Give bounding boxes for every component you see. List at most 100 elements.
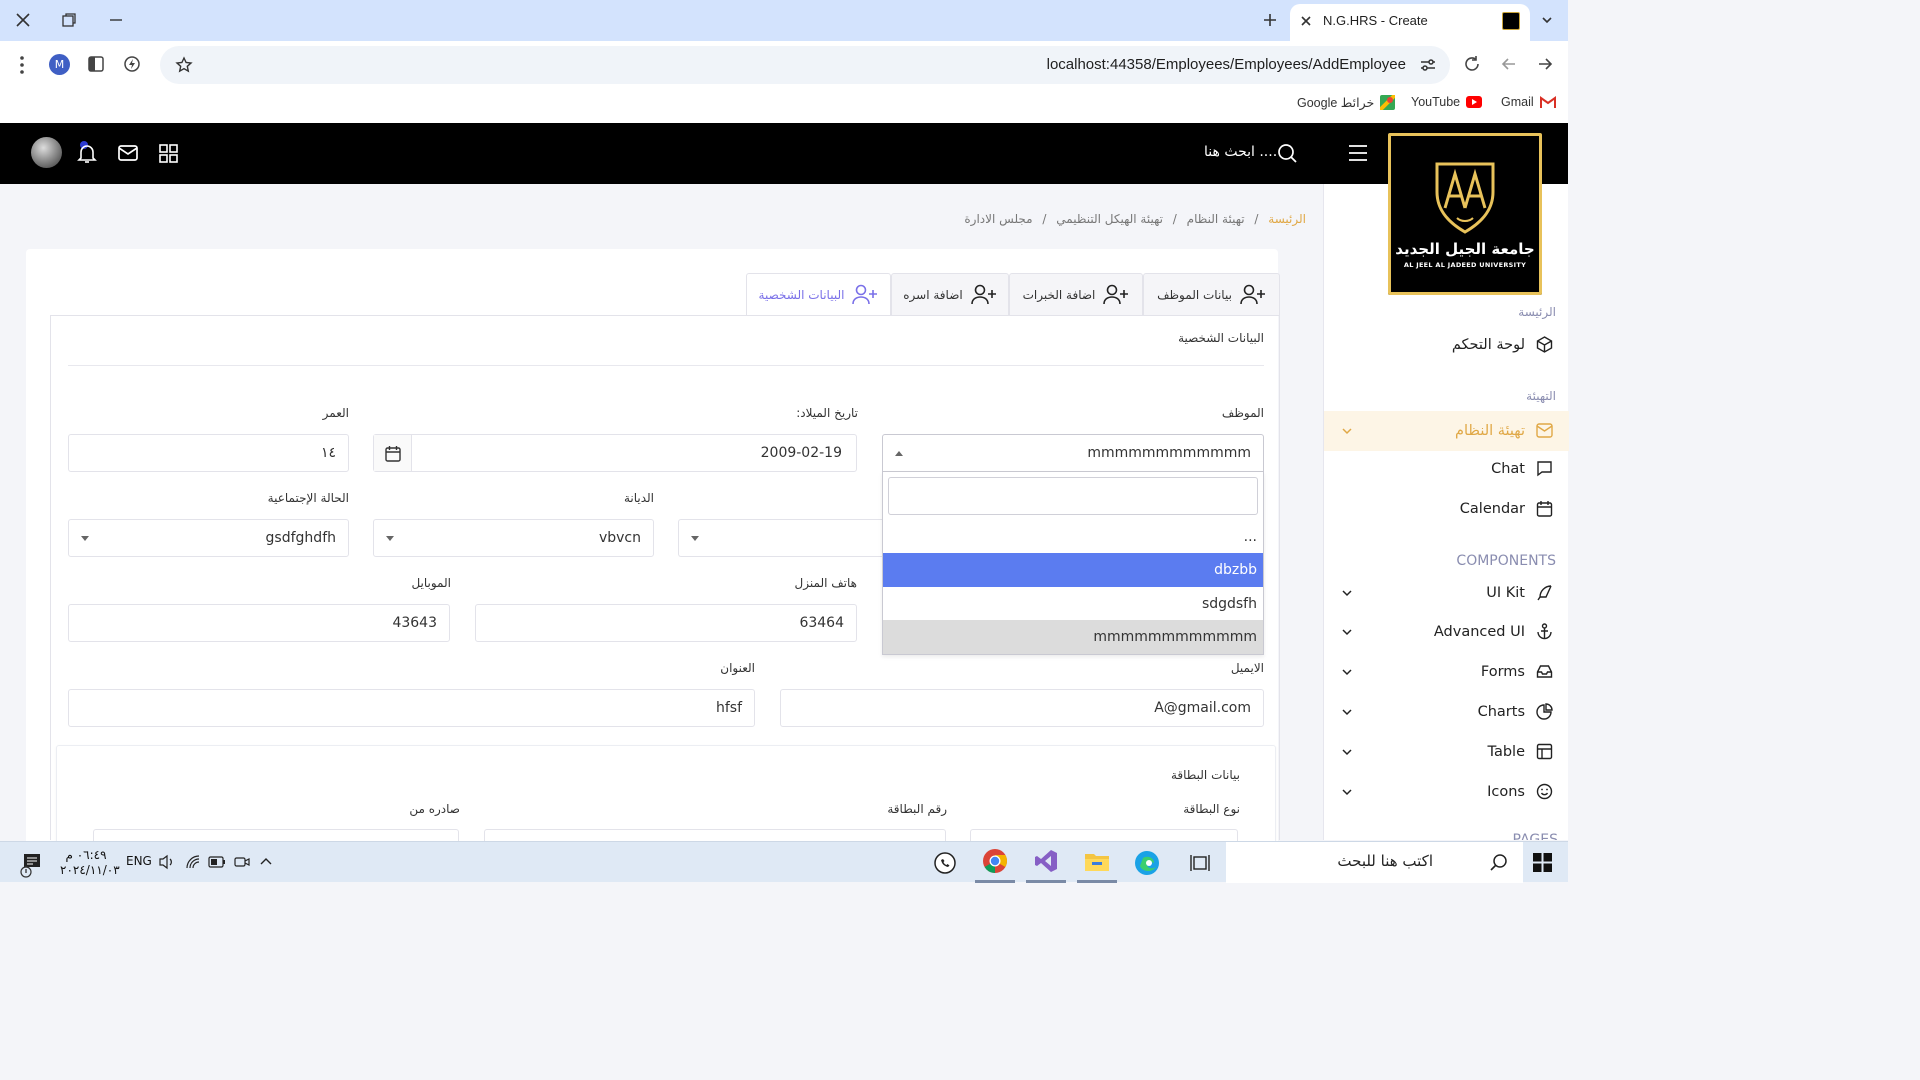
new-tab-icon[interactable]: [1262, 12, 1278, 28]
breadcrumb-home[interactable]: الرئيسة: [1268, 212, 1306, 226]
chevron-down-icon: [1341, 587, 1353, 599]
browser-tab-bar: N.G.HRS - Create: [0, 0, 1568, 41]
sidebar-item-forms[interactable]: Forms: [1324, 654, 1569, 690]
browser-menu-icon[interactable]: [14, 55, 30, 75]
university-logo[interactable]: جامعة الجيل الجديد AL JEEL AL JADEED UNI…: [1388, 133, 1542, 295]
sidebar-item-system-setup[interactable]: تهيئة النظام: [1324, 411, 1569, 451]
select-field-partial[interactable]: [678, 519, 882, 557]
employee-select[interactable]: mmmmmmmmmmmm: [882, 434, 1264, 472]
close-tab-icon[interactable]: [1300, 15, 1312, 27]
bookmark-label: Google خرائط: [1297, 96, 1375, 110]
dropdown-option-highlighted[interactable]: dbzbb: [883, 553, 1263, 587]
reload-icon[interactable]: [1463, 55, 1481, 73]
bookmark-google-maps[interactable]: Google خرائط: [1297, 95, 1396, 110]
dropdown-search-input[interactable]: [888, 477, 1258, 515]
taskbar: ٠٦:٤٩ م ٢٠٢٤/١١/٠٣ ENG اكتب هنا للبحث: [0, 841, 1568, 883]
network-icon[interactable]: [185, 854, 203, 870]
tab-label: بيانات الموظف: [1157, 287, 1232, 302]
profile-avatar[interactable]: M: [49, 54, 70, 75]
dropdown-option[interactable]: sdgdsfh: [883, 587, 1263, 621]
browser-tab-active[interactable]: N.G.HRS - Create: [1290, 4, 1530, 41]
edge-icon[interactable]: [1127, 842, 1167, 883]
address-bar[interactable]: localhost:44358/Employees/Employees/AddE…: [160, 46, 1450, 84]
calendar-icon[interactable]: [374, 435, 412, 471]
sidebar-item-advanced-ui[interactable]: Advanced UI: [1324, 614, 1569, 650]
religion-select[interactable]: vbvcn: [373, 519, 654, 557]
back-arrow-icon[interactable]: [1500, 55, 1518, 73]
task-view-icon[interactable]: [1180, 842, 1220, 883]
avatar[interactable]: [31, 137, 62, 168]
notification-center-icon[interactable]: [20, 852, 44, 878]
tab-add-family[interactable]: اضافة اسره: [891, 273, 1009, 315]
tab-add-experience[interactable]: اضافة الخبرات: [1009, 273, 1143, 315]
email-input[interactable]: A@gmail.com: [780, 689, 1264, 727]
bookmark-youtube[interactable]: YouTube: [1411, 95, 1483, 109]
mobile-input[interactable]: 43643: [68, 604, 450, 642]
header-search-input[interactable]: ابحث هنا ....: [1204, 144, 1277, 160]
logo-name-en: AL JEEL AL JADEED UNIVERSITY: [1403, 261, 1527, 269]
tab-search-chevron-icon[interactable]: [1540, 13, 1554, 27]
forward-arrow-icon[interactable]: [1536, 55, 1554, 73]
sidebar-item-icons[interactable]: Icons: [1324, 774, 1569, 810]
site-settings-icon[interactable]: [1420, 57, 1436, 73]
home-phone-value: 63464: [799, 615, 844, 631]
bookmark-gmail[interactable]: Gmail: [1501, 95, 1556, 109]
close-window-icon[interactable]: [14, 11, 32, 29]
bookmark-label: Gmail: [1501, 95, 1534, 109]
bell-icon[interactable]: [76, 141, 98, 165]
windows-start-icon[interactable]: [1533, 853, 1552, 872]
address-input[interactable]: hfsf: [68, 689, 755, 727]
hamburger-menu-icon[interactable]: [1348, 144, 1368, 162]
meet-now-icon[interactable]: [234, 854, 250, 870]
card-number-input[interactable]: [484, 829, 946, 841]
apps-grid-icon[interactable]: [159, 144, 178, 163]
volume-icon[interactable]: [158, 854, 176, 870]
dropdown-option-selected[interactable]: mmmmmmmmmmmm: [883, 620, 1263, 654]
sidebar-item-label: Charts: [1477, 704, 1525, 720]
employee-label: الموظف: [1221, 406, 1264, 420]
marital-label: الحالة الإجتماعية: [267, 491, 349, 505]
file-explorer-icon[interactable]: [1077, 842, 1117, 883]
sidebar-item-label: Chat: [1491, 461, 1525, 477]
tab-label: اضافة الخبرات: [1022, 287, 1096, 302]
breadcrumb-system-setup[interactable]: تهيئة النظام: [1187, 212, 1245, 226]
chevron-up-icon[interactable]: [258, 854, 274, 870]
section-divider: [68, 365, 1264, 366]
clock[interactable]: ٠٦:٤٩ م ٢٠٢٤/١١/٠٣: [60, 848, 120, 878]
performance-icon[interactable]: [123, 55, 141, 73]
taskbar-search-box[interactable]: اكتب هنا للبحث: [1226, 842, 1523, 883]
sidebar-item-dashboard[interactable]: لوحة التحكم: [1324, 327, 1569, 363]
sidebar-section-setup: التهيئة: [1526, 389, 1556, 403]
tab-employee-data[interactable]: بيانات الموظف: [1143, 273, 1280, 315]
visual-studio-icon[interactable]: [1026, 842, 1066, 883]
tab-personal-data[interactable]: البيانات الشخصية: [746, 273, 891, 316]
user-plus-icon: [1103, 284, 1129, 306]
breadcrumb-org-structure[interactable]: تهيئة الهيكل التنظيمي: [1056, 212, 1163, 226]
marital-select[interactable]: gsdfghdfh: [68, 519, 349, 557]
issued-from-input[interactable]: [93, 829, 459, 841]
sidebar-item-charts[interactable]: Charts: [1324, 694, 1569, 730]
whatsapp-icon[interactable]: [925, 842, 965, 883]
bookmark-label: YouTube: [1411, 95, 1461, 109]
bookmark-star-icon[interactable]: [175, 56, 193, 74]
birthdate-input[interactable]: 2009-02-19: [373, 434, 857, 472]
card-type-select[interactable]: [970, 829, 1238, 841]
search-icon[interactable]: [1277, 143, 1298, 164]
url-text: localhost:44358/Employees/Employees/AddE…: [1046, 56, 1406, 73]
battery-icon[interactable]: [208, 854, 226, 870]
mail-icon[interactable]: [118, 144, 138, 162]
chevron-down-icon: [1341, 706, 1353, 718]
sidebar-item-chat[interactable]: Chat: [1324, 451, 1569, 487]
caret-down-icon: [691, 536, 699, 541]
sidebar-panel-icon[interactable]: [87, 55, 105, 73]
sidebar-item-calendar[interactable]: Calendar: [1324, 491, 1569, 527]
restore-window-icon[interactable]: [61, 12, 77, 28]
home-phone-input[interactable]: 63464: [475, 604, 857, 642]
dropdown-option[interactable]: ...: [883, 520, 1263, 554]
chrome-icon[interactable]: [975, 842, 1015, 883]
age-input[interactable]: ١٤: [68, 434, 349, 472]
sidebar-item-ui-kit[interactable]: UI Kit: [1324, 575, 1569, 611]
minimize-window-icon[interactable]: [108, 12, 124, 28]
sidebar-item-table[interactable]: Table: [1324, 734, 1569, 770]
language-indicator[interactable]: ENG: [126, 854, 152, 868]
